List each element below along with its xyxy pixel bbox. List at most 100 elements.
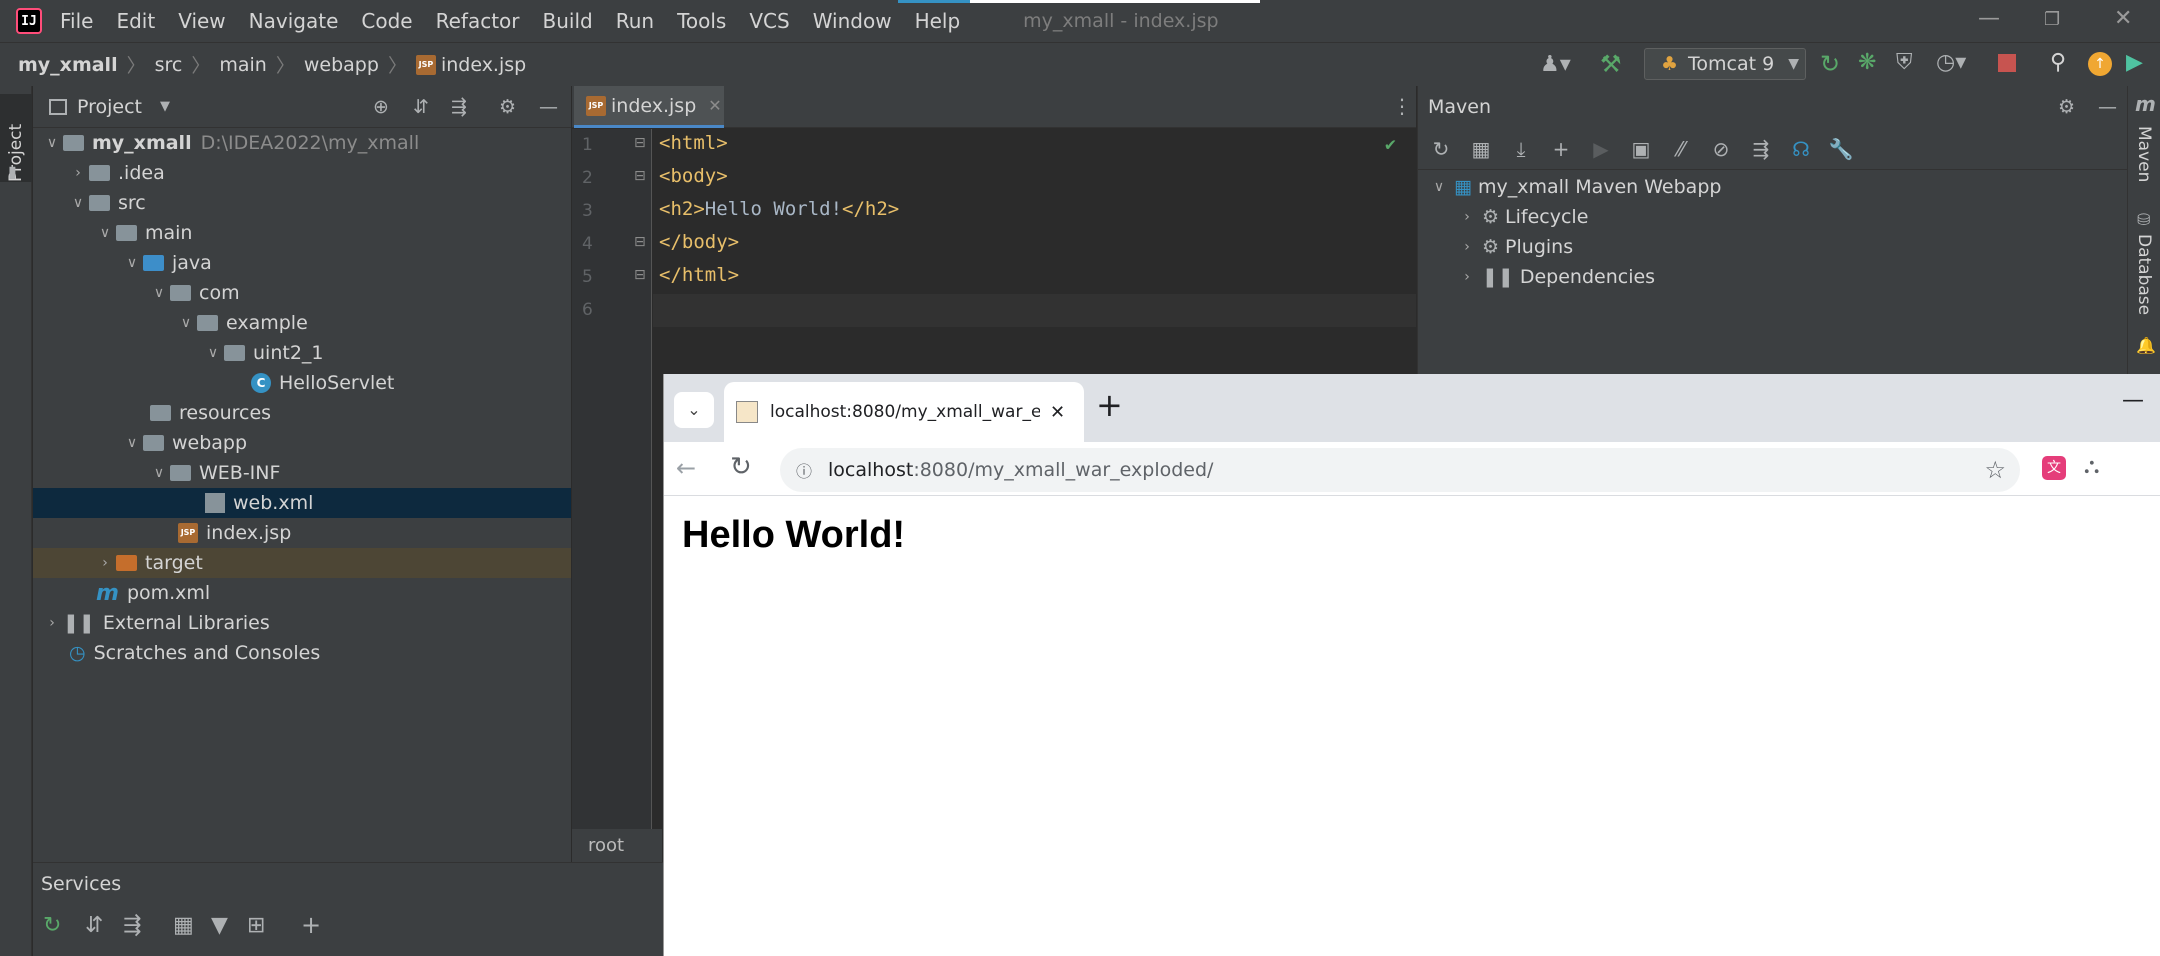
debug-icon[interactable]: ❋	[1858, 50, 1876, 75]
close-icon[interactable]: ✕	[2114, 6, 2132, 31]
tab-search-icon[interactable]: ⌄	[674, 392, 714, 428]
tree-item-helloservlet[interactable]: C HelloServlet	[33, 368, 571, 398]
database-tool-tab[interactable]: Database	[2134, 234, 2154, 320]
new-tab-icon[interactable]: +	[1096, 386, 1123, 424]
add-icon[interactable]: +	[301, 911, 321, 939]
search-icon[interactable]: ⚲	[2050, 50, 2066, 75]
maven-node-plugins[interactable]: › ⚙ Plugins	[1456, 236, 1573, 258]
maven-node-lifecycle[interactable]: › ⚙ Lifecycle	[1456, 206, 1588, 228]
chevron-right-icon[interactable]: ›	[41, 615, 63, 631]
hide-icon[interactable]: —	[539, 96, 558, 118]
chevron-down-icon[interactable]: ∨	[41, 135, 63, 151]
minimize-icon[interactable]: —	[2122, 388, 2144, 413]
more-options-icon[interactable]: ⋮	[1392, 94, 1412, 118]
tree-item-src[interactable]: ∨ src	[33, 188, 571, 218]
show-dependencies-icon[interactable]: ☊	[1788, 137, 1814, 161]
add-icon[interactable]: +	[1548, 137, 1574, 161]
chevron-down-icon[interactable]: ∨	[148, 465, 170, 481]
chevron-right-icon[interactable]: ›	[1456, 269, 1478, 285]
fold-icon[interactable]: ⊟	[634, 168, 646, 184]
run-icon[interactable]: ▶	[1588, 137, 1614, 161]
tree-item-idea[interactable]: › .idea	[33, 158, 571, 188]
tree-item-resources[interactable]: resources	[33, 398, 571, 428]
expand-all-icon[interactable]: ⇵	[85, 913, 103, 938]
locate-icon[interactable]: ⊕	[373, 96, 389, 118]
tree-item-uint2-1[interactable]: ∨ uint2_1	[33, 338, 571, 368]
close-tab-icon[interactable]: ✕	[1050, 402, 1065, 423]
tree-item-example[interactable]: ∨ example	[33, 308, 571, 338]
bookmark-star-icon[interactable]: ☆	[1984, 456, 2006, 484]
execute-goal-icon[interactable]: ▣	[1628, 137, 1654, 161]
menu-window[interactable]: Window	[813, 9, 892, 33]
menu-build[interactable]: Build	[543, 9, 593, 33]
fold-icon[interactable]: ⊟	[634, 267, 646, 283]
maven-tool-tab[interactable]: Maven	[2134, 126, 2154, 187]
translate-extension-icon[interactable]: 文	[2042, 456, 2066, 480]
jetbrains-icon[interactable]: ▶	[2126, 50, 2143, 75]
inspection-ok-icon[interactable]: ✔	[1385, 134, 1396, 155]
filter-icon[interactable]: ▼	[211, 913, 228, 938]
tree-item-webapp[interactable]: ∨ webapp	[33, 428, 571, 458]
address-bar[interactable]: ⓘ localhost:8080/my_xmall_war_exploded/ …	[780, 448, 2020, 492]
menu-view[interactable]: View	[178, 9, 225, 33]
notifications-icon[interactable]: 🔔	[2136, 336, 2156, 355]
skip-tests-icon[interactable]: ⊘	[1708, 137, 1734, 161]
expand-all-icon[interactable]: ⇵	[413, 96, 429, 118]
tree-item-my-xmall[interactable]: ∨ my_xmall D:\IDEA2022\my_xmall	[33, 128, 571, 158]
tree-item-pom-xml[interactable]: m pom.xml	[33, 578, 571, 608]
menu-file[interactable]: File	[60, 9, 93, 33]
chevron-right-icon[interactable]: ›	[1456, 239, 1478, 255]
toggle-offline-icon[interactable]: ⁄⁄	[1668, 137, 1694, 161]
chevron-down-icon[interactable]: ∨	[67, 195, 89, 211]
refresh-icon[interactable]: ↻	[43, 913, 61, 938]
user-icon[interactable]: ♟▾	[1540, 52, 1571, 77]
chevron-down-icon[interactable]: ∨	[121, 435, 143, 451]
settings-wrench-icon[interactable]: 🔧	[1828, 137, 1854, 161]
collapse-all-icon[interactable]: ⇶	[1748, 137, 1774, 161]
update-icon[interactable]: ↑	[2088, 52, 2112, 76]
menu-refactor[interactable]: Refactor	[436, 9, 520, 33]
hide-icon[interactable]: —	[2098, 96, 2117, 118]
chevron-down-icon[interactable]: ∨	[94, 225, 116, 241]
reload-icon[interactable]: ↻	[1428, 137, 1454, 161]
reload-icon[interactable]: ↻	[730, 452, 752, 482]
tree-item-java[interactable]: ∨ java	[33, 248, 571, 278]
tree-item-target[interactable]: › target	[33, 548, 571, 578]
breadcrumb-project[interactable]: my_xmall	[18, 54, 118, 76]
breadcrumb-webapp[interactable]: webapp	[304, 54, 379, 76]
fold-icon[interactable]: ⊟	[634, 234, 646, 250]
chevron-down-icon[interactable]: ∨	[148, 285, 170, 301]
menu-edit[interactable]: Edit	[116, 9, 155, 33]
tree-item-scratches[interactable]: ◷ Scratches and Consoles	[33, 638, 571, 668]
group-by-icon[interactable]: ▦	[173, 913, 194, 938]
build-hammer-icon[interactable]: ⚒	[1600, 50, 1622, 78]
extensions-icon[interactable]: ⛬	[2084, 454, 2099, 479]
chevron-down-icon[interactable]: ∨	[202, 345, 224, 361]
chevron-down-icon[interactable]: ∨	[1428, 179, 1450, 195]
download-icon[interactable]: ⤓	[1508, 137, 1534, 161]
breadcrumb-file[interactable]: index.jsp	[441, 54, 526, 76]
breadcrumb-main[interactable]: main	[219, 54, 266, 76]
minimize-icon[interactable]: —	[1978, 6, 2000, 31]
project-title[interactable]: Project	[77, 96, 142, 118]
chevron-right-icon[interactable]: ›	[67, 165, 89, 181]
breadcrumb-src[interactable]: src	[155, 54, 183, 76]
site-info-icon[interactable]: ⓘ	[796, 458, 812, 482]
maven-project-node[interactable]: ∨ ▦ my_xmall Maven Webapp	[1428, 176, 1722, 198]
maven-node-dependencies[interactable]: › ❚❚ Dependencies	[1456, 266, 1655, 288]
tab-index-jsp[interactable]: JSP index.jsp ✕	[574, 86, 724, 128]
run-configuration-select[interactable]: ♣ Tomcat 9 ▼	[1644, 48, 1806, 80]
chevron-down-icon[interactable]: ▼	[160, 99, 170, 114]
tree-item-main[interactable]: ∨ main	[33, 218, 571, 248]
gear-icon[interactable]: ⚙	[499, 96, 516, 118]
collapse-all-icon[interactable]: ⇶	[451, 96, 467, 118]
chevron-down-icon[interactable]: ∨	[175, 315, 197, 331]
fold-icon[interactable]: ⊟	[634, 135, 646, 151]
menu-tools[interactable]: Tools	[677, 9, 726, 33]
new-service-icon[interactable]: ⊞	[247, 913, 265, 938]
close-tab-icon[interactable]: ✕	[708, 96, 721, 115]
collapse-all-icon[interactable]: ⇶	[123, 913, 141, 938]
chevron-right-icon[interactable]: ›	[94, 555, 116, 571]
rerun-icon[interactable]: ↻	[1820, 50, 1840, 78]
gear-icon[interactable]: ⚙	[2058, 96, 2075, 118]
